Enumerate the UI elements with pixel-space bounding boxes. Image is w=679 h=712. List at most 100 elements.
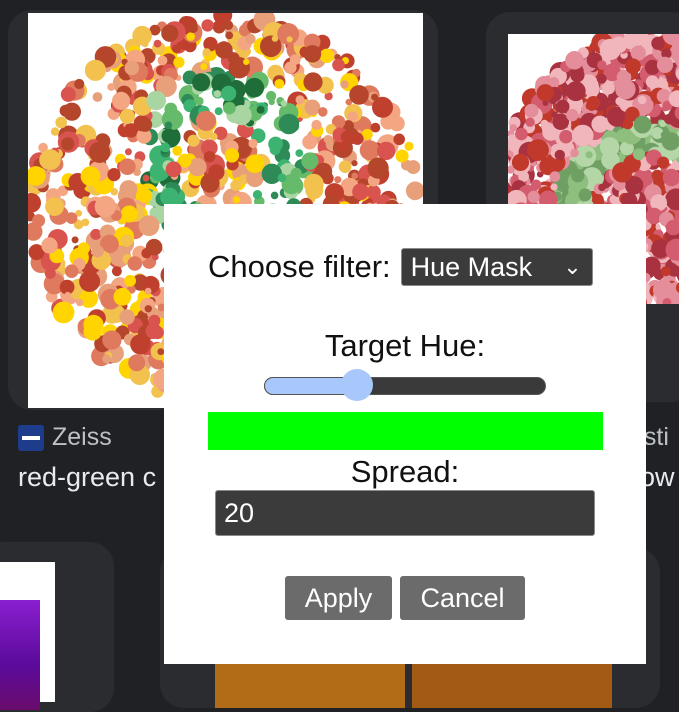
plate-dot xyxy=(320,49,334,63)
plate-dot xyxy=(85,60,106,81)
plate-dot xyxy=(318,107,328,117)
plate-dot xyxy=(593,171,599,177)
apply-button[interactable]: Apply xyxy=(285,576,392,620)
plate-dot xyxy=(652,170,663,181)
cancel-button[interactable]: Cancel xyxy=(400,576,525,620)
result-title[interactable]: red-green c xyxy=(18,462,156,493)
plate-dot xyxy=(111,188,118,195)
plate-dot xyxy=(61,87,76,102)
plate-dot xyxy=(121,206,138,223)
plate-dot xyxy=(107,83,115,91)
plate-dot xyxy=(65,292,71,298)
plate-dot xyxy=(612,162,632,182)
plate-dot xyxy=(324,135,332,143)
plate-dot xyxy=(657,157,669,169)
plate-dot xyxy=(600,137,620,157)
plate-dot xyxy=(591,116,608,133)
plate-dot xyxy=(598,184,605,191)
plate-dot xyxy=(351,133,363,145)
plate-dot xyxy=(214,90,221,97)
plate-dot xyxy=(145,305,152,312)
result-source-name: Zeiss xyxy=(52,423,112,452)
plate-dot xyxy=(146,323,162,339)
result-source[interactable]: Zeiss xyxy=(18,423,112,452)
plate-dot xyxy=(341,131,353,143)
plate-dot xyxy=(512,154,529,171)
plate-dot xyxy=(603,82,615,94)
plate-dot xyxy=(550,183,557,190)
plate-dot xyxy=(566,109,578,121)
plate-dot xyxy=(119,309,134,324)
plate-dot xyxy=(130,334,150,354)
filter-row: Choose filter: Hue Mask ⌄ xyxy=(208,248,593,286)
spread-input[interactable]: 20 xyxy=(215,490,595,536)
plate-dot xyxy=(66,212,78,224)
plate-dot xyxy=(296,95,305,104)
plate-dot xyxy=(201,19,213,31)
plate-dot xyxy=(305,100,321,116)
plate-dot xyxy=(102,331,121,350)
plate-dot xyxy=(78,242,90,254)
plate-dot xyxy=(253,190,262,199)
plate-dot xyxy=(278,173,287,182)
plate-dot xyxy=(146,91,166,111)
plate-dot xyxy=(371,123,381,133)
plate-dot xyxy=(406,182,423,201)
plate-dot xyxy=(611,37,628,54)
result-card-3[interactable] xyxy=(0,542,114,712)
plate-dot xyxy=(221,86,236,101)
plate-dot xyxy=(128,354,145,371)
plate-dot xyxy=(272,35,278,41)
plate-dot xyxy=(192,73,210,91)
plate-dot xyxy=(287,36,293,42)
plate-dot xyxy=(215,107,223,115)
plate-dot xyxy=(223,102,236,115)
plate-dot xyxy=(245,78,265,98)
plate-dot xyxy=(351,160,357,166)
plate-dot xyxy=(246,155,265,174)
filter-select-value: Hue Mask xyxy=(411,252,533,282)
plate-dot xyxy=(55,117,67,129)
plate-dot xyxy=(572,125,594,147)
tomatoes-image[interactable] xyxy=(215,658,405,708)
plate-dot xyxy=(377,142,395,160)
plate-dot xyxy=(89,142,110,163)
plate-dot xyxy=(63,103,81,121)
spectrum-image[interactable] xyxy=(0,562,55,702)
plate-dot xyxy=(245,34,255,44)
plate-dot xyxy=(291,168,302,179)
plate-dot xyxy=(120,235,132,247)
plate-dot xyxy=(304,174,324,194)
plate-dot xyxy=(528,191,540,203)
plate-dot xyxy=(260,36,282,58)
plate-dot xyxy=(164,103,177,116)
plate-dot xyxy=(657,57,673,73)
plate-dot xyxy=(396,150,409,163)
plate-dot xyxy=(332,59,345,72)
plate-dot xyxy=(661,132,667,138)
plate-dot xyxy=(195,97,204,106)
plate-dot xyxy=(586,151,593,158)
tomatoes-image-2[interactable] xyxy=(412,658,612,708)
target-hue-slider[interactable] xyxy=(264,376,546,396)
plate-dot xyxy=(597,74,607,84)
plate-dot xyxy=(186,32,195,41)
plate-dot xyxy=(257,106,265,114)
plate-dot xyxy=(173,57,184,68)
plate-dot xyxy=(200,63,207,70)
plate-dot xyxy=(281,100,287,106)
plate-dot xyxy=(651,37,664,50)
plate-dot xyxy=(204,151,215,162)
plate-dot xyxy=(266,91,276,101)
plate-dot xyxy=(405,142,414,151)
plate-dot xyxy=(172,44,181,53)
plate-dot xyxy=(172,146,182,156)
plate-dot xyxy=(304,45,322,63)
chevron-down-icon: ⌄ xyxy=(563,249,581,285)
plate-dot xyxy=(301,152,318,169)
slider-thumb[interactable] xyxy=(341,369,373,401)
plate-dot xyxy=(161,25,178,42)
filter-select[interactable]: Hue Mask ⌄ xyxy=(401,248,593,286)
plate-dot xyxy=(124,275,136,287)
plate-dot xyxy=(661,266,671,276)
